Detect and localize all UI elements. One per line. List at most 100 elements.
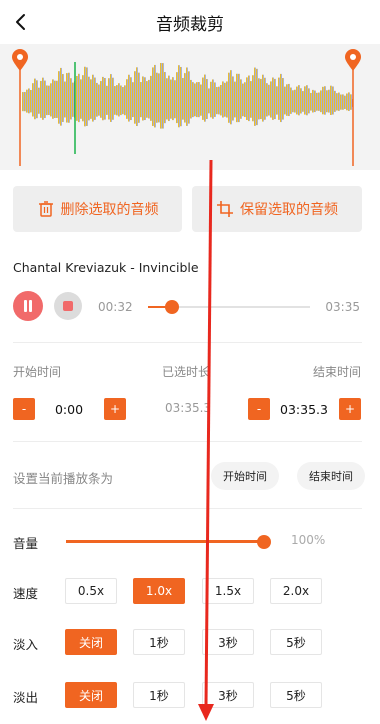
left-handle-pin[interactable]: [12, 49, 28, 71]
waveform-bar: [148, 79, 150, 119]
waveform-bar: [258, 78, 260, 120]
waveform-editor[interactable]: [0, 44, 380, 170]
waveform-bar: [228, 72, 230, 123]
keep-selection-label: 保留选取的音频: [240, 202, 338, 218]
waveform-bar: [240, 79, 242, 119]
waveform-bar: [162, 63, 164, 129]
waveform-bar: [262, 74, 264, 122]
fade-out-option-3s[interactable]: 3秒: [202, 682, 254, 708]
waveform-bar: [106, 85, 108, 115]
waveform-bar: [250, 81, 252, 118]
waveform-bar: [132, 82, 134, 118]
waveform-bar: [316, 92, 318, 111]
waveform-bar: [330, 85, 332, 115]
pause-button[interactable]: [13, 291, 43, 321]
waveform-bar: [140, 82, 142, 118]
waveform-bar: [50, 83, 52, 117]
waveform-bar: [58, 71, 60, 124]
waveform-bar: [220, 84, 222, 116]
time-labels: 开始时间 已选时长 结束时间: [0, 363, 380, 381]
waveform-bar: [44, 80, 46, 119]
waveform-bar: [190, 79, 192, 119]
waveform-bar: [290, 87, 292, 114]
end-time-value[interactable]: 03:35.3: [273, 396, 335, 422]
start-plus-button[interactable]: +: [104, 398, 126, 420]
stop-button[interactable]: [54, 292, 82, 320]
speed-label: 速度: [13, 586, 39, 601]
speed-option-1.0x[interactable]: 1.0x: [133, 578, 185, 604]
waveform-bar: [320, 90, 322, 113]
waveform-bar: [98, 84, 100, 116]
end-plus-button[interactable]: +: [339, 398, 361, 420]
waveform-bar: [158, 73, 160, 123]
waveform-bar: [76, 75, 78, 121]
speed-option-0.5x[interactable]: 0.5x: [65, 578, 117, 604]
right-handle-pin[interactable]: [345, 49, 361, 71]
waveform-bar: [270, 81, 272, 118]
waveform-bar: [138, 72, 140, 123]
delete-selection-button[interactable]: 删除选取的音频: [13, 186, 182, 232]
waveform-bar: [26, 89, 28, 113]
fade-out-option-5s[interactable]: 5秒: [270, 682, 322, 708]
waveform[interactable]: [0, 44, 380, 170]
waveform-bar: [96, 82, 98, 117]
volume-knob[interactable]: [257, 535, 271, 549]
waveform-bar: [86, 67, 88, 126]
waveform-bar: [218, 86, 220, 115]
waveform-bar: [176, 72, 178, 124]
waveform-bar: [94, 77, 96, 120]
waveform-bar: [62, 74, 64, 122]
waveform-bar: [208, 88, 210, 114]
waveform-bar: [170, 79, 172, 119]
fade-out-option-1s[interactable]: 1秒: [133, 682, 185, 708]
progress-knob[interactable]: [165, 300, 180, 314]
waveform-bar: [242, 83, 244, 117]
progress-slider[interactable]: [148, 300, 310, 314]
waveform-bar: [70, 78, 72, 120]
waveform-bar: [110, 74, 112, 122]
waveform-bar: [272, 77, 274, 120]
speed-option-1.5x[interactable]: 1.5x: [202, 578, 254, 604]
set-playhead-row: 设置当前播放条为 开始时间 结束时间: [0, 462, 380, 490]
keep-selection-button[interactable]: 保留选取的音频: [192, 186, 362, 232]
waveform-bar: [32, 83, 34, 117]
end-minus-button[interactable]: -: [248, 398, 270, 420]
start-time-value[interactable]: 0:00: [38, 396, 100, 422]
waveform-bar: [206, 79, 208, 119]
waveform-bar: [154, 64, 156, 128]
waveform-bar: [54, 80, 56, 118]
waveform-bar: [332, 86, 334, 115]
waveform-bar: [160, 62, 162, 129]
set-start-button[interactable]: 开始时间: [211, 462, 279, 490]
waveform-bar: [224, 82, 226, 117]
divider: [13, 508, 362, 509]
waveform-bar: [196, 82, 198, 118]
set-end-button[interactable]: 结束时间: [297, 462, 365, 490]
volume-slider[interactable]: [66, 535, 271, 549]
set-playhead-label: 设置当前播放条为: [13, 471, 114, 486]
waveform-bar: [342, 94, 344, 110]
fade-in-option-5s[interactable]: 5秒: [270, 629, 322, 655]
waveform-bar: [84, 66, 86, 127]
waveform-bar: [168, 75, 170, 122]
start-minus-button[interactable]: -: [13, 398, 35, 420]
waveform-bar: [314, 90, 316, 113]
waveform-bar: [182, 77, 184, 120]
waveform-bar: [82, 75, 84, 122]
waveform-bar: [104, 77, 106, 120]
waveform-bar: [72, 82, 74, 117]
speed-option-2.0x[interactable]: 2.0x: [270, 578, 322, 604]
waveform-bar: [42, 77, 44, 120]
fade-in-option-3s[interactable]: 3秒: [202, 629, 254, 655]
fade-out-option-off[interactable]: 关闭: [65, 682, 117, 708]
fade-in-option-off[interactable]: 关闭: [65, 629, 117, 655]
waveform-bar: [294, 89, 296, 113]
waveform-bar: [92, 74, 94, 122]
waveform-bar: [146, 81, 148, 118]
waveform-bar: [136, 67, 138, 127]
waveform-bar: [172, 77, 174, 121]
waveform-bar: [306, 85, 308, 116]
fade-in-option-1s[interactable]: 1秒: [133, 629, 185, 655]
speed-row: 速度 0.5x 1.0x 1.5x 2.0x: [0, 578, 380, 604]
waveform-bar: [302, 91, 304, 112]
